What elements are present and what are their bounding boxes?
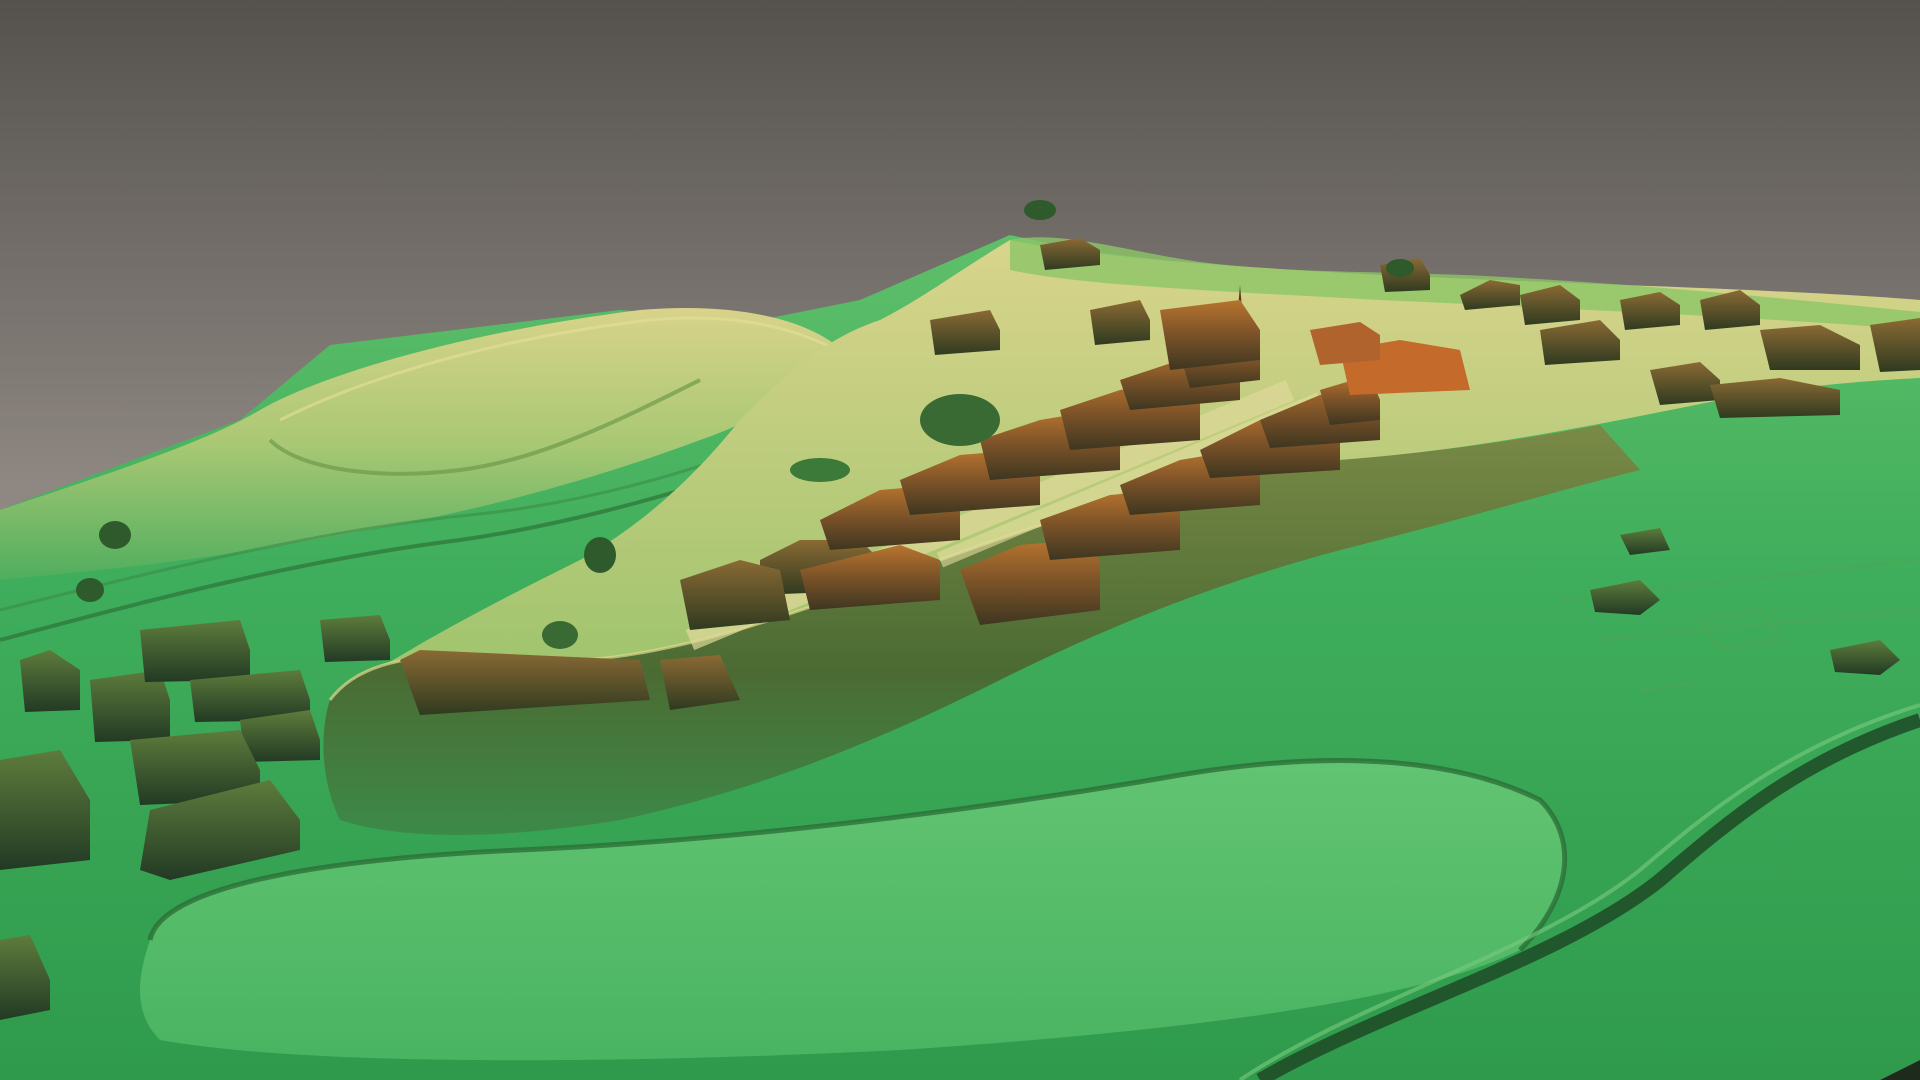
terrain-svg bbox=[0, 0, 1920, 1080]
highest-building bbox=[1310, 322, 1380, 365]
lidar-terrain-scene bbox=[0, 0, 1920, 1080]
church-nave bbox=[1160, 300, 1260, 370]
